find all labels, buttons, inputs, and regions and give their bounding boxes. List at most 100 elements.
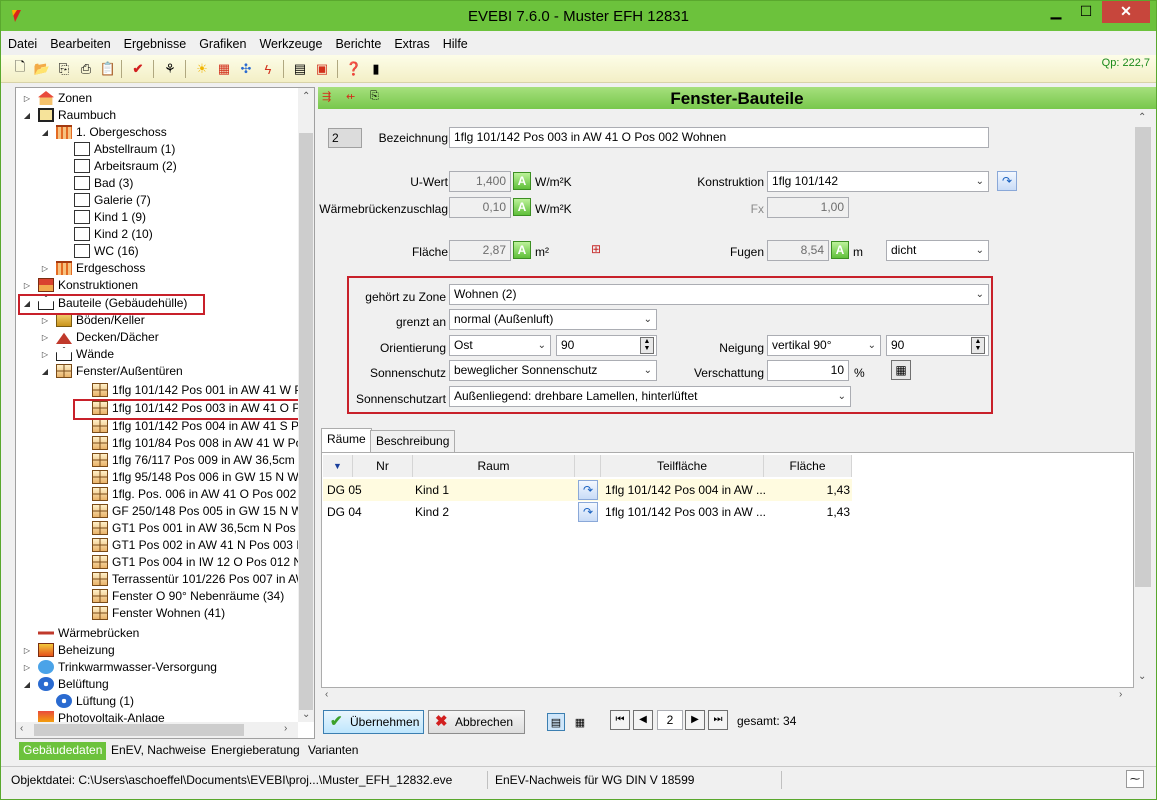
grenzt-select[interactable]: normal (Außenluft) ⌄ — [449, 309, 657, 330]
tree-item[interactable]: Galerie (7) — [16, 192, 298, 209]
orientierung-spinner[interactable]: ▲ ▼ — [640, 337, 654, 354]
expand-icon[interactable]: ▷ — [40, 346, 50, 363]
tab-gebaeudedaten[interactable]: Gebäudedaten — [19, 742, 107, 760]
expand-icon[interactable]: ▷ — [40, 329, 50, 346]
tab-varianten[interactable]: Varianten — [304, 742, 362, 760]
table-row[interactable]: DG 04 Kind 2 ↷ 1flg 101/142 Pos 003 in A… — [323, 501, 852, 523]
uwert-auto-button[interactable]: A — [513, 172, 531, 190]
sonnenschutzart-select[interactable]: Außenliegend: drehbare Lamellen, hinterl… — [449, 386, 851, 407]
tree-item[interactable]: Fenster O 90° Nebenräume (34) — [16, 588, 298, 605]
zone-select[interactable]: Wohnen (2) ⌄ — [449, 284, 989, 305]
tree-vertical-scrollbar[interactable]: ⌃ ⌄ — [298, 88, 314, 722]
tree-item[interactable]: Fenster Wohnen (41) — [16, 605, 298, 622]
first-page-icon[interactable]: ⏮ — [610, 710, 630, 730]
help-icon[interactable]: ❓ — [345, 60, 363, 78]
maximize-button[interactable]: ☐ — [1072, 1, 1100, 23]
tree-item[interactable]: 1flg 76/117 Pos 009 in AW 36,5cm N — [16, 452, 307, 469]
col-header-flaeche[interactable]: Fläche — [764, 455, 852, 477]
fugen-auto-button[interactable]: A — [831, 241, 849, 259]
tree-item[interactable]: Kind 1 (9) — [16, 209, 298, 226]
expand-icon[interactable]: ▷ — [22, 642, 32, 659]
tree-item[interactable]: GT1 Pos 002 in AW 41 N Pos 003 Neb — [16, 537, 314, 554]
main-horizontal-scrollbar[interactable]: ‹ › — [321, 689, 1134, 705]
tree-icon[interactable]: ⚘ — [161, 60, 179, 78]
orientierung-select[interactable]: Ost ⌄ — [449, 335, 551, 356]
tree-item[interactable]: ◢ 1. Obergeschoss — [16, 124, 298, 141]
collapse-icon[interactable]: ◢ — [40, 363, 50, 380]
tree-item[interactable]: Wärmebrücken — [16, 625, 298, 642]
collapse-icon[interactable]: ◢ — [22, 107, 32, 124]
tree-item[interactable]: Lüftung (1) — [16, 693, 298, 710]
tree-item[interactable]: ▷ Wände — [16, 346, 298, 363]
form-view-icon[interactable]: ▤ — [547, 713, 565, 731]
tree-item[interactable]: 1flg 101/142 Pos 004 in AW 41 S Pos — [16, 418, 312, 435]
tree-item[interactable]: GT1 Pos 004 in IW 12 O Pos 012 Nebe — [16, 554, 314, 571]
area-calc-icon[interactable]: ⊞ — [586, 240, 606, 260]
tab-enev-nachweise[interactable]: EnEV, Nachweise — [107, 742, 210, 760]
collapse-icon[interactable]: ◢ — [22, 676, 32, 693]
expand-icon[interactable]: ▷ — [22, 277, 32, 294]
tab-raeume[interactable]: Räume — [321, 428, 372, 452]
clipboard-icon[interactable]: 📋 — [99, 60, 117, 78]
tree-item[interactable]: ▷ Konstruktionen — [16, 277, 298, 294]
fx-input[interactable]: 1,00 — [767, 197, 849, 218]
tab-beschreibung[interactable]: Beschreibung — [370, 430, 456, 452]
tree-item[interactable]: ▷ Decken/Dächer — [16, 329, 298, 346]
lightning-icon[interactable]: ϟ — [259, 60, 277, 78]
tree-item[interactable]: ▷ Beheizung — [16, 642, 298, 659]
page-input[interactable]: 2 — [657, 710, 683, 730]
exit-icon[interactable]: ▮ — [367, 60, 385, 78]
tab-energieberatung[interactable]: Energieberatung — [207, 742, 304, 760]
menu-hilfe[interactable]: Hilfe — [436, 35, 474, 51]
tree-item[interactable]: Bad (3) — [16, 175, 298, 192]
goto-room-icon[interactable]: ↷ — [578, 480, 598, 500]
konstruktion-select[interactable]: 1flg 101/142 ⌄ — [767, 171, 989, 192]
tree-item[interactable]: 1flg 95/148 Pos 006 in GW 15 N Wohr — [16, 469, 314, 486]
fugen-type-select[interactable]: dicht ⌄ — [886, 240, 989, 261]
abbrechen-button[interactable]: ✖ Abbrechen — [428, 710, 525, 734]
collapse-icon[interactable]: ◢ — [40, 124, 50, 141]
uebernehmen-button[interactable]: ✔ Übernehmen — [323, 710, 424, 734]
menu-datei[interactable]: Datei — [1, 35, 43, 51]
verschattung-input[interactable]: 10 — [767, 360, 849, 381]
tree-item[interactable]: ▷ Zonen — [16, 90, 298, 107]
tree-item[interactable]: Abstellraum (1) — [16, 141, 298, 158]
tree-item[interactable]: Terrassentür 101/226 Pos 007 in AW — [16, 571, 307, 588]
neigung-select[interactable]: vertikal 90° ⌄ — [767, 335, 881, 356]
wbz-auto-button[interactable]: A — [513, 198, 531, 216]
menu-berichte[interactable]: Berichte — [328, 35, 387, 51]
col-header-nr[interactable]: Nr — [353, 455, 413, 477]
expand-icon[interactable]: ▷ — [22, 659, 32, 676]
new-file-icon[interactable]: 🗋 — [11, 59, 29, 78]
tree-item[interactable]: Arbeitsraum (2) — [16, 158, 298, 175]
menu-grafiken[interactable]: Grafiken — [192, 35, 252, 51]
flaeche-input[interactable]: 2,87 — [449, 240, 511, 261]
bezeichnung-input[interactable]: 1flg 101/142 Pos 003 in AW 41 O Pos 002 … — [449, 127, 989, 148]
prev-page-icon[interactable]: ◀ — [633, 710, 653, 730]
tree-item[interactable]: ▷ Erdgeschoss — [16, 260, 298, 277]
open-folder-icon[interactable]: 📂 — [33, 60, 51, 78]
expand-icon[interactable]: ▷ — [40, 260, 50, 277]
report-icon[interactable]: ▣ — [313, 60, 331, 78]
tree-item[interactable]: 1flg 101/84 Pos 008 in AW 41 W Pos — [16, 435, 308, 452]
fan-icon[interactable]: ✣ — [237, 60, 255, 78]
tree-item[interactable]: ◢ Raumbuch — [16, 107, 298, 124]
minimize-button[interactable]: ▁ — [1042, 1, 1070, 23]
calculator-icon[interactable]: ▤ — [291, 60, 309, 78]
verschattung-calc-icon[interactable]: ▦ — [891, 360, 911, 380]
wbz-input[interactable]: 0,10 — [449, 197, 511, 218]
menu-ergebnisse[interactable]: Ergebnisse — [117, 35, 193, 51]
tree-item[interactable]: 1flg. Pos. 006 in AW 41 O Pos 002 Wo — [16, 486, 314, 503]
tree-item[interactable]: ▷ Trinkwarmwasser-Versorgung — [16, 659, 298, 676]
table-view-icon[interactable]: ▦ — [571, 713, 589, 731]
radiator-icon[interactable]: ▦ — [215, 60, 233, 78]
goto-room-icon[interactable]: ↷ — [578, 502, 598, 522]
fugen-input[interactable]: 8,54 — [767, 240, 829, 261]
check-icon[interactable]: ✔ — [129, 60, 147, 78]
tree-item[interactable]: WC (16) — [16, 243, 298, 260]
goto-konstruktion-icon[interactable]: ↷ — [997, 171, 1017, 191]
expand-icon[interactable]: ▷ — [22, 90, 32, 107]
last-page-icon[interactable]: ⏭ — [708, 710, 728, 730]
sort-arrow-icon[interactable]: ▼ — [323, 455, 353, 477]
sun-icon[interactable]: ☀ — [193, 60, 211, 78]
